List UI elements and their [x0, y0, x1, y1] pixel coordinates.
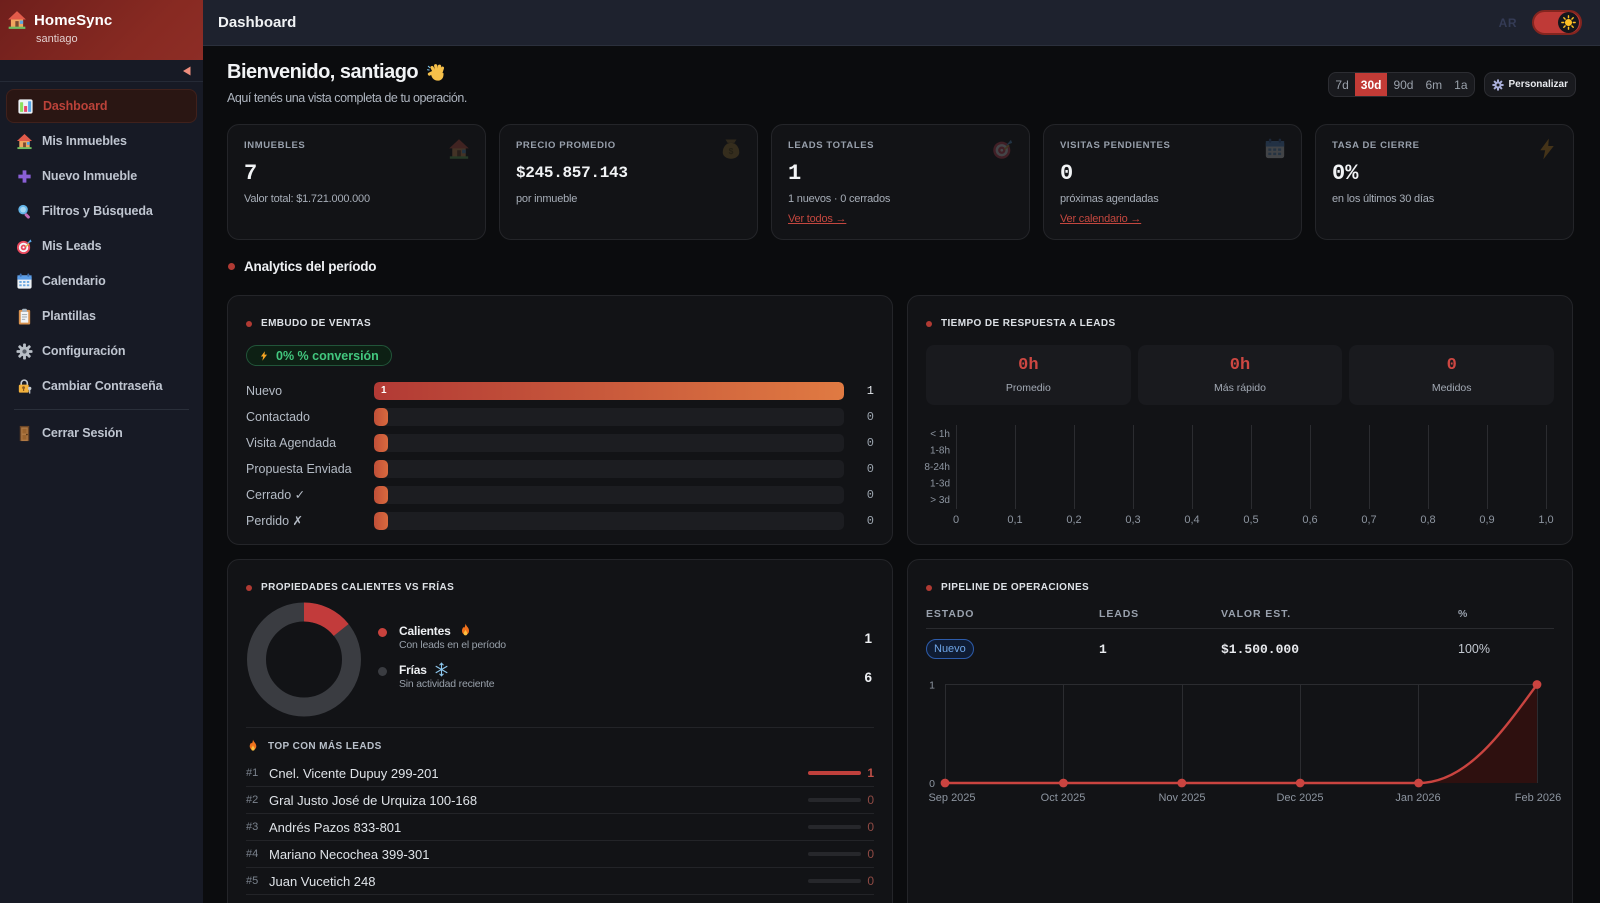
svg-text:0,4: 0,4: [1184, 514, 1199, 526]
svg-text:Jan 2026: Jan 2026: [1395, 792, 1440, 804]
svg-text:0,3: 0,3: [1125, 514, 1140, 526]
svg-text:Oct 2025: Oct 2025: [1041, 792, 1086, 804]
svg-text:0,9: 0,9: [1479, 514, 1494, 526]
svg-text:0,1: 0,1: [1007, 514, 1022, 526]
svg-text:0,5: 0,5: [1243, 514, 1258, 526]
svg-text:0: 0: [953, 514, 959, 526]
svg-text:Dec 2025: Dec 2025: [1276, 792, 1323, 804]
svg-text:1-3d: 1-3d: [930, 479, 950, 490]
svg-text:0: 0: [929, 778, 935, 790]
svg-text:> 3d: > 3d: [930, 495, 950, 506]
svg-text:Sep 2025: Sep 2025: [928, 792, 975, 804]
svg-text:1-8h: 1-8h: [930, 446, 950, 457]
svg-text:Feb 2026: Feb 2026: [1515, 792, 1561, 804]
svg-text:8-24h: 8-24h: [924, 462, 950, 473]
svg-text:< 1h: < 1h: [930, 429, 950, 440]
svg-text:0,7: 0,7: [1361, 514, 1376, 526]
svg-text:1: 1: [929, 680, 935, 692]
svg-text:Nov 2025: Nov 2025: [1158, 792, 1205, 804]
svg-text:0,8: 0,8: [1420, 514, 1435, 526]
svg-text:0,6: 0,6: [1302, 514, 1317, 526]
svg-text:1,0: 1,0: [1538, 514, 1553, 526]
svg-text:0,2: 0,2: [1066, 514, 1081, 526]
